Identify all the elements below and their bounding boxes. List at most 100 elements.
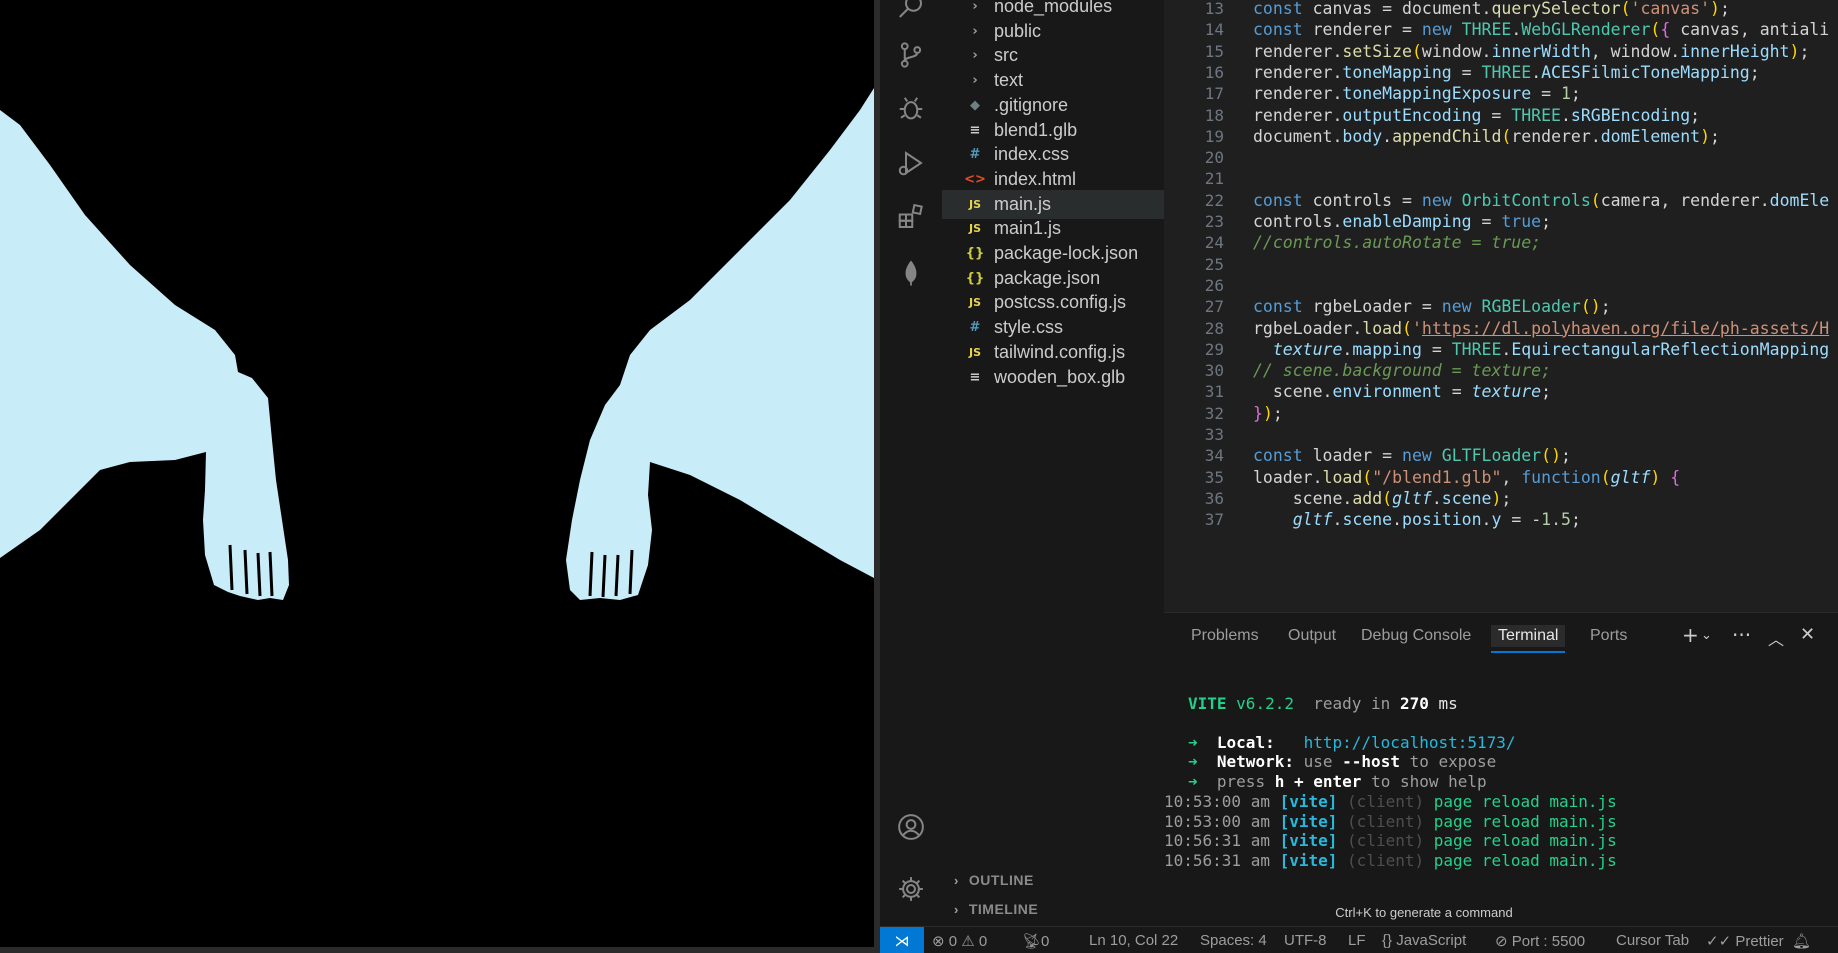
arrow-icon: ➜ bbox=[1188, 772, 1198, 791]
file-item-wooden-box-glb[interactable]: ≡ wooden_box.glb bbox=[942, 363, 1164, 392]
mongodb-leaf-icon[interactable] bbox=[892, 254, 930, 292]
tree-item-label: main1.js bbox=[994, 218, 1062, 239]
explorer-sidebar: › node_modules › public › src › text ◆ .gitignore… bbox=[942, 0, 1164, 926]
indentation[interactable]: Spaces: 4 bbox=[1200, 932, 1267, 949]
log-time: 10:56:31 am bbox=[1164, 831, 1270, 851]
js-file-icon: JS bbox=[968, 296, 981, 310]
vite-banner-line: VITE v6.2.2 ready in 270 ms bbox=[1188, 693, 1458, 715]
settings-gear-icon[interactable] bbox=[892, 870, 930, 908]
terminal-output[interactable]: VITE v6.2.2 ready in 270 ms ➜ Local: htt… bbox=[1164, 673, 1684, 913]
language-mode[interactable]: {} JavaScript bbox=[1382, 932, 1466, 949]
help-key: h + enter bbox=[1274, 772, 1362, 791]
network-text: use bbox=[1303, 752, 1333, 771]
network-text: to expose bbox=[1409, 752, 1497, 771]
code-editor[interactable]: 13 const canvas = document.querySelector(… bbox=[1164, 0, 1838, 612]
log-source: (client) bbox=[1347, 850, 1425, 870]
help-line: ➜ press h + enter to show help bbox=[1188, 771, 1487, 793]
outline-label: OUTLINE bbox=[968, 872, 1034, 888]
notifications-bell-icon[interactable]: 🔔︎ bbox=[1792, 932, 1811, 950]
tree-item-label: tailwind.config.js bbox=[994, 341, 1126, 362]
log-time: 10:53:00 am bbox=[1164, 792, 1270, 811]
source-control-icon[interactable] bbox=[892, 36, 930, 74]
tab-terminal[interactable]: Terminal bbox=[1491, 625, 1566, 653]
window-bottom-edge bbox=[0, 947, 880, 953]
js-file-icon: JS bbox=[968, 222, 981, 236]
end-of-line[interactable]: LF bbox=[1348, 932, 1366, 949]
left-leg-silhouette bbox=[0, 110, 289, 600]
new-terminal-plus-icon[interactable]: + bbox=[1682, 623, 1699, 647]
log-time: 10:56:31 am bbox=[1164, 850, 1270, 870]
account-icon[interactable] bbox=[892, 808, 930, 846]
network-line: ➜ Network: use --host to expose bbox=[1188, 751, 1496, 773]
debug-icon[interactable] bbox=[892, 90, 930, 128]
tab-problems[interactable]: Problems bbox=[1191, 627, 1259, 645]
chevron-right-icon: › bbox=[954, 872, 959, 888]
help-text: to show help bbox=[1371, 772, 1487, 791]
local-url-link[interactable]: http://localhost:5173/ bbox=[1304, 733, 1516, 752]
ports-count: 0 bbox=[1041, 933, 1050, 950]
broadcast-icon: 📡︎ bbox=[1022, 933, 1042, 950]
log-source: (client) bbox=[1347, 792, 1425, 811]
log-tag: [vite] bbox=[1279, 850, 1338, 870]
tree-item-label: text bbox=[994, 70, 1024, 91]
warning-count: 0 bbox=[978, 933, 988, 950]
arrow-icon: ➜ bbox=[1188, 733, 1198, 752]
tree-item-label: node_modules bbox=[994, 0, 1113, 16]
network-label: Network: bbox=[1216, 752, 1294, 771]
help-text: press bbox=[1216, 772, 1266, 791]
prettier-label: Prettier bbox=[1735, 933, 1784, 950]
prettier-status[interactable]: ✓✓ Prettier bbox=[1706, 932, 1784, 950]
problems-status[interactable]: ⊗ 0 ⚠ 0 bbox=[932, 932, 987, 950]
threejs-preview-canvas[interactable] bbox=[0, 0, 874, 953]
code-line[interactable]: 37 gltf.scene.position.y = -1.5; bbox=[1164, 507, 1838, 532]
timeline-label: TIMELINE bbox=[968, 901, 1039, 917]
live-server-port[interactable]: ⊘ Port : 5500 bbox=[1495, 932, 1585, 950]
port-label: Port : 5500 bbox=[1511, 933, 1586, 950]
folder-file-icon: › bbox=[972, 0, 978, 14]
outline-section-header[interactable]: › OUTLINE bbox=[942, 866, 1164, 894]
search-icon[interactable] bbox=[892, 0, 930, 26]
timeline-section-header[interactable]: › TIMELINE bbox=[942, 895, 1164, 923]
log-message: page reload main.js bbox=[1433, 831, 1617, 851]
encoding[interactable]: UTF-8 bbox=[1284, 932, 1327, 949]
cursor-position[interactable]: Ln 10, Col 22 bbox=[1089, 932, 1178, 949]
tree-item-label: index.css bbox=[994, 144, 1070, 165]
js-file-icon: JS bbox=[968, 197, 981, 211]
html-file-icon: <> bbox=[964, 171, 986, 187]
braces-icon: {} bbox=[1382, 932, 1393, 949]
host-flag: --host bbox=[1342, 752, 1400, 771]
ms-unit: ms bbox=[1438, 694, 1458, 713]
tab-output[interactable]: Output bbox=[1288, 627, 1336, 645]
tab-ports[interactable]: Ports bbox=[1590, 627, 1627, 645]
ai-command-hint: Ctrl+K to generate a command bbox=[1335, 905, 1513, 920]
cursor-tab[interactable]: Cursor Tab bbox=[1616, 932, 1689, 949]
folder-file-icon: › bbox=[972, 48, 978, 64]
file-file-icon: ≡ bbox=[969, 122, 981, 138]
feet-render bbox=[0, 88, 874, 600]
close-panel-icon[interactable]: ✕ bbox=[1800, 624, 1815, 645]
tab-debug-console[interactable]: Debug Console bbox=[1361, 627, 1471, 645]
maximize-panel-icon[interactable]: ︿ bbox=[1768, 626, 1784, 650]
bottom-panel: Problems Output Debug Console Terminal P… bbox=[1164, 612, 1838, 926]
css-file-icon: # bbox=[969, 320, 981, 336]
ports-status[interactable]: 📡︎0 bbox=[1022, 932, 1049, 950]
vite-version: v6.2.2 bbox=[1236, 694, 1294, 713]
log-message: page reload main.js bbox=[1433, 792, 1617, 811]
tree-item-label: index.html bbox=[994, 168, 1077, 189]
extensions-icon[interactable] bbox=[892, 198, 930, 236]
chevron-down-icon[interactable]: ⌄ bbox=[1701, 628, 1712, 643]
tree-item-label: package.json bbox=[994, 267, 1101, 288]
double-check-icon: ✓✓ bbox=[1706, 933, 1732, 950]
more-actions-icon[interactable]: ··· bbox=[1732, 623, 1751, 647]
tree-item-label: .gitignore bbox=[994, 94, 1069, 115]
run-and-debug-icon[interactable] bbox=[892, 144, 930, 182]
remote-indicator-icon[interactable]: ⋊ bbox=[880, 927, 924, 953]
no-entry-icon: ⊘ bbox=[1495, 933, 1508, 950]
tree-item-label: package-lock.json bbox=[994, 243, 1139, 263]
tree-item-label: public bbox=[994, 20, 1042, 41]
log-tag: [vite] bbox=[1279, 811, 1338, 831]
tree-item-label: style.css bbox=[994, 317, 1064, 338]
code-text: gltf.scene.position.y = -1.5; bbox=[1292, 510, 1581, 530]
ready-ms: 270 bbox=[1399, 694, 1429, 713]
tree-item-label: main.js bbox=[994, 193, 1052, 214]
